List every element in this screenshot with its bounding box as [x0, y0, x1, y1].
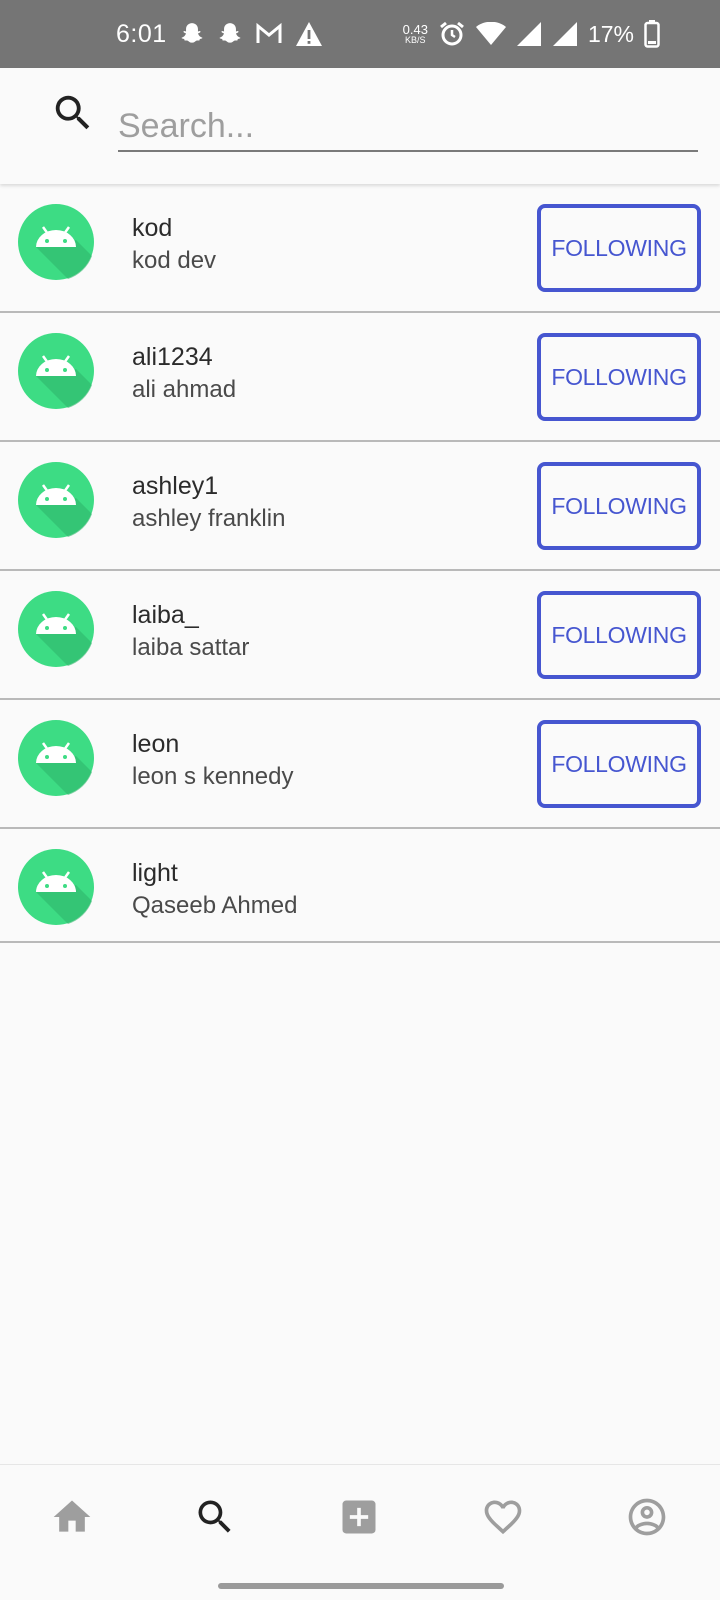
- android-avatar-icon: [18, 849, 94, 925]
- following-button[interactable]: FOLLOWING: [537, 204, 701, 292]
- username: kod: [132, 214, 173, 242]
- username: ali1234: [132, 343, 213, 371]
- following-button[interactable]: FOLLOWING: [537, 333, 701, 421]
- gmail-icon: [255, 22, 283, 46]
- status-bar-left: 6:01: [116, 0, 323, 68]
- account-circle-icon[interactable]: [625, 1495, 669, 1539]
- search-input[interactable]: [118, 102, 698, 150]
- full-name: ashley franklin: [132, 505, 286, 532]
- bottom-nav: [0, 1464, 720, 1600]
- search-icon[interactable]: [193, 1495, 237, 1539]
- alarm-icon: [438, 20, 466, 48]
- warning-icon: [295, 21, 323, 47]
- full-name: laiba sattar: [132, 634, 250, 661]
- android-avatar-icon: [18, 204, 94, 280]
- status-time: 6:01: [116, 19, 167, 48]
- list-item[interactable]: leon leon s kennedy FOLLOWING: [0, 700, 720, 829]
- status-bar-right: 0.43 KB/S 17%: [403, 0, 660, 68]
- search-header: [0, 68, 720, 184]
- username: laiba_: [132, 601, 199, 629]
- status-bar: 6:01 0.43 KB/S 17%: [0, 0, 720, 68]
- user-list: kod kod dev FOLLOWING ali1234 ali ahmad …: [0, 184, 720, 943]
- search-field[interactable]: [118, 102, 698, 152]
- network-speed-unit: KB/S: [405, 35, 426, 45]
- list-item[interactable]: laiba_ laiba sattar FOLLOWING: [0, 571, 720, 700]
- following-button[interactable]: FOLLOWING: [537, 591, 701, 679]
- full-name: leon s kennedy: [132, 763, 294, 790]
- android-avatar-icon: [18, 591, 94, 667]
- username: ashley1: [132, 472, 219, 500]
- username: leon: [132, 730, 180, 758]
- network-speed: 0.43 KB/S: [403, 23, 428, 45]
- search-icon: [50, 90, 96, 136]
- add-box-icon[interactable]: [337, 1495, 381, 1539]
- list-item[interactable]: kod kod dev FOLLOWING: [0, 184, 720, 313]
- android-avatar-icon: [18, 333, 94, 409]
- list-item[interactable]: ashley1 ashley franklin FOLLOWING: [0, 442, 720, 571]
- following-button[interactable]: FOLLOWING: [537, 462, 701, 550]
- snapchat-icon: [217, 21, 243, 47]
- battery-icon: [644, 20, 660, 48]
- battery-percent: 17%: [587, 20, 634, 47]
- wifi-icon: [475, 22, 506, 46]
- list-item[interactable]: light Qaseeb Ahmed: [0, 829, 720, 943]
- heart-icon[interactable]: [481, 1495, 525, 1539]
- home-icon[interactable]: [50, 1495, 94, 1539]
- following-button[interactable]: FOLLOWING: [537, 720, 701, 808]
- signal-icon: [516, 21, 542, 47]
- username: light: [132, 859, 178, 887]
- full-name: Qaseeb Ahmed: [132, 892, 298, 919]
- android-avatar-icon: [18, 720, 94, 796]
- home-indicator[interactable]: [218, 1583, 504, 1589]
- android-avatar-icon: [18, 462, 94, 538]
- snapchat-icon: [179, 21, 205, 47]
- full-name: kod dev: [132, 247, 217, 274]
- full-name: ali ahmad: [132, 376, 237, 403]
- list-item[interactable]: ali1234 ali ahmad FOLLOWING: [0, 313, 720, 442]
- signal-icon: [552, 21, 578, 47]
